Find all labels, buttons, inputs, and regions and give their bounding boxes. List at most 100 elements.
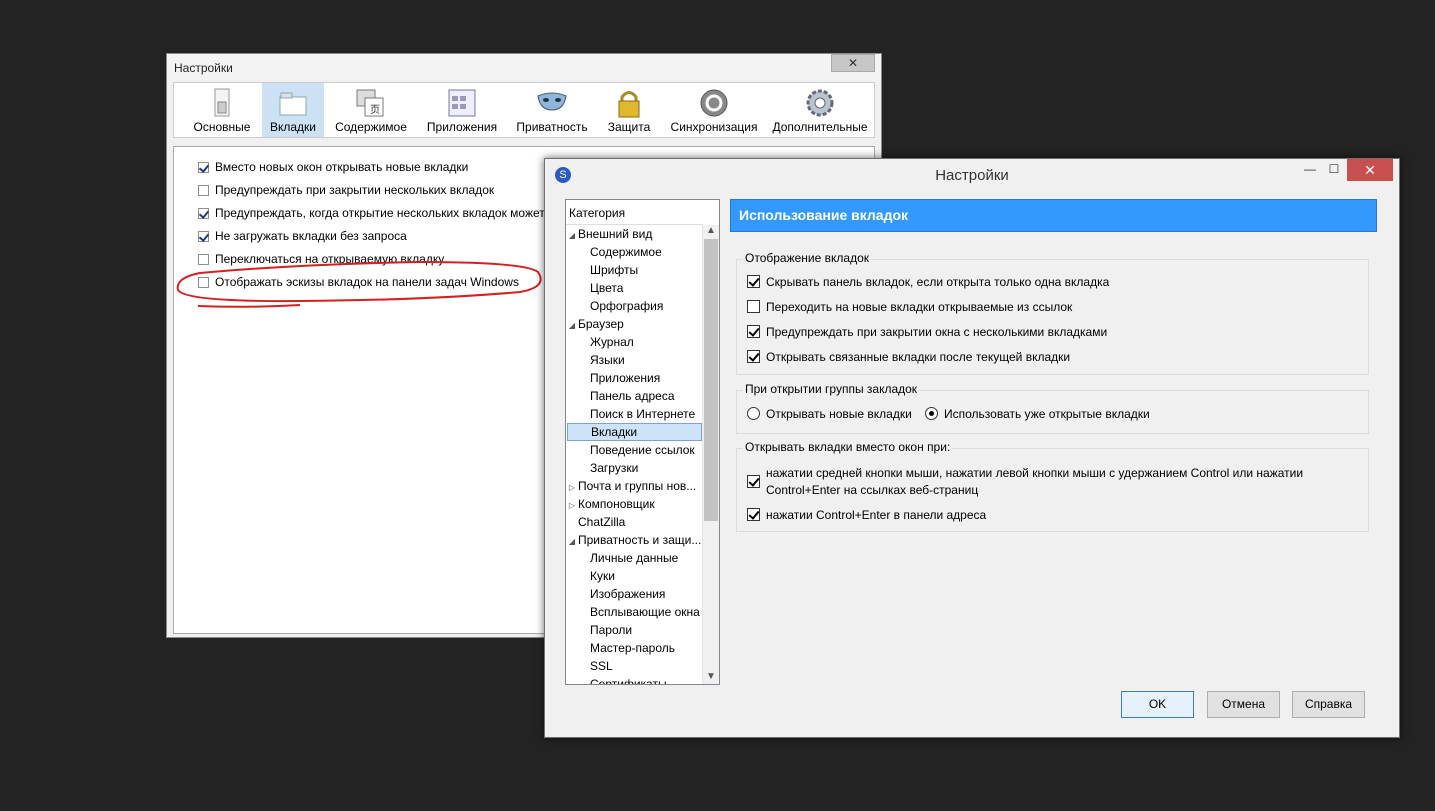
category-item[interactable]: Приложения bbox=[590, 369, 704, 387]
checkbox-row[interactable]: Скрывать панель вкладок, если открыта то… bbox=[747, 274, 1109, 291]
category-item[interactable]: Загрузки bbox=[590, 459, 704, 477]
category-item[interactable]: Всплывающие окна bbox=[590, 603, 704, 621]
category-item[interactable]: Личные данные bbox=[590, 549, 704, 567]
toolbar-button-security[interactable]: Защита bbox=[604, 83, 654, 137]
minimize-button[interactable]: — bbox=[1297, 159, 1323, 181]
option-label: Вместо новых окон открывать новые вкладк… bbox=[215, 160, 469, 174]
category-label: Всплывающие окна bbox=[590, 605, 700, 619]
option-label: Предупреждать, когда открытие нескольких… bbox=[215, 206, 545, 220]
category-item[interactable]: Языки bbox=[590, 351, 704, 369]
checkbox-label: нажатии средней кнопки мыши, нажатии лев… bbox=[766, 466, 1304, 480]
checkbox[interactable] bbox=[747, 275, 760, 288]
category-item[interactable]: Изображения bbox=[590, 585, 704, 603]
category-label: Поведение ссылок bbox=[590, 443, 695, 457]
checkbox[interactable] bbox=[747, 350, 760, 363]
help-button[interactable]: Справка bbox=[1292, 691, 1365, 718]
checkbox-label-continued: Control+Enter на ссылках веб-страниц bbox=[766, 483, 979, 497]
checkbox[interactable] bbox=[198, 231, 209, 242]
cancel-button[interactable]: Отмена bbox=[1207, 691, 1280, 718]
category-item[interactable]: ◢ Приватность и защи... bbox=[566, 531, 704, 549]
category-item[interactable]: Содержимое bbox=[590, 243, 704, 261]
category-item[interactable]: ▷ Почта и группы нов... bbox=[566, 477, 704, 495]
category-label: Шрифты bbox=[590, 263, 639, 277]
checkbox[interactable] bbox=[198, 162, 209, 173]
option-label: Переключаться на открываемую вкладку bbox=[215, 252, 445, 266]
title-bar[interactable]: Настройки ✕ bbox=[167, 54, 881, 80]
checkbox[interactable] bbox=[198, 277, 209, 288]
checkbox[interactable] bbox=[747, 475, 760, 488]
radio-button[interactable] bbox=[747, 407, 760, 420]
toolbar-label: Основные bbox=[193, 120, 251, 134]
checkbox[interactable] bbox=[198, 185, 209, 196]
close-button[interactable]: ✕ bbox=[831, 54, 875, 72]
category-item[interactable]: Пароли bbox=[590, 621, 704, 639]
collapse-arrow-icon[interactable]: ◢ bbox=[566, 533, 578, 549]
scrollbar-thumb[interactable] bbox=[704, 239, 718, 521]
category-item[interactable]: Поведение ссылок bbox=[590, 441, 704, 459]
toolbar-label: Приватность bbox=[516, 120, 588, 134]
category-item[interactable]: Шрифты bbox=[590, 261, 704, 279]
category-item[interactable]: ▷ Компоновщик bbox=[566, 495, 704, 513]
checkbox[interactable] bbox=[198, 254, 209, 265]
expand-arrow-icon[interactable]: ▷ bbox=[566, 497, 578, 513]
radio-button[interactable] bbox=[925, 407, 938, 420]
category-item[interactable]: ◢ Внешний вид bbox=[566, 225, 704, 243]
option-row[interactable]: Отображать эскизы вкладок на панели зада… bbox=[198, 275, 519, 293]
toolbar-button-general[interactable]: Основные bbox=[184, 83, 260, 137]
collapse-arrow-icon[interactable]: ◢ bbox=[566, 227, 578, 243]
toolbar-label: Содержимое bbox=[335, 120, 407, 134]
collapse-arrow-icon[interactable]: ◢ bbox=[566, 317, 578, 333]
toolbar-button-privacy[interactable]: Приватность bbox=[514, 83, 590, 137]
checkbox-row[interactable]: нажатии средней кнопки мыши, нажатии лев… bbox=[747, 465, 1303, 499]
expand-arrow-icon[interactable]: ▷ bbox=[566, 479, 578, 495]
checkbox[interactable] bbox=[747, 508, 760, 521]
sync-icon bbox=[700, 89, 728, 117]
option-row[interactable]: Вместо новых окон открывать новые вкладк… bbox=[198, 160, 468, 178]
title-bar[interactable]: S Настройки — ☐ ✕ bbox=[545, 159, 1399, 191]
checkbox-label: Скрывать панель вкладок, если открыта то… bbox=[766, 275, 1110, 289]
applications-icon bbox=[448, 89, 476, 117]
toolbar-button-sync[interactable]: Синхронизация bbox=[666, 83, 762, 137]
toolbar-button-content[interactable]: 页 Содержимое bbox=[332, 83, 410, 137]
category-item[interactable]: SSL bbox=[590, 657, 704, 675]
svg-text:页: 页 bbox=[370, 104, 380, 116]
category-item[interactable]: Журнал bbox=[590, 333, 704, 351]
toolbar-button-tabs[interactable]: Вкладки bbox=[262, 83, 324, 137]
radio-row[interactable]: Открывать новые вкладки bbox=[747, 406, 912, 423]
checkbox-row[interactable]: Предупреждать при закрытии окна с нескол… bbox=[747, 324, 1107, 341]
category-item[interactable]: Куки bbox=[590, 567, 704, 585]
category-item[interactable]: ChatZilla bbox=[566, 513, 704, 531]
toolbar-button-applications[interactable]: Приложения bbox=[424, 83, 500, 137]
category-item[interactable]: Панель адреса bbox=[590, 387, 704, 405]
toolbar-button-advanced[interactable]: Дополнительные bbox=[770, 83, 870, 137]
category-label: ChatZilla bbox=[578, 515, 626, 529]
option-row[interactable]: Предупреждать, когда открытие нескольких… bbox=[198, 206, 545, 224]
checkbox-row[interactable]: Открывать связанные вкладки после текуще… bbox=[747, 349, 1070, 366]
option-row[interactable]: Предупреждать при закрытии нескольких вк… bbox=[198, 183, 494, 201]
toolbar-label: Защита bbox=[607, 120, 651, 134]
radio-row[interactable]: Использовать уже открытые вкладки bbox=[925, 406, 1150, 423]
checkbox[interactable] bbox=[747, 325, 760, 338]
scrollbar[interactable]: ▲ ▼ bbox=[702, 225, 719, 684]
scroll-up-icon[interactable]: ▲ bbox=[703, 225, 719, 236]
category-tree[interactable]: Категория ◢ Внешний вид Содержимое Шрифты Цв… bbox=[565, 199, 720, 685]
category-item[interactable]: Вкладки bbox=[567, 423, 702, 441]
category-item[interactable]: Поиск в Интернете bbox=[590, 405, 704, 423]
category-item[interactable]: Мастер-пароль bbox=[590, 639, 704, 657]
scroll-down-icon[interactable]: ▼ bbox=[703, 671, 719, 682]
category-item[interactable]: ◢ Браузер bbox=[566, 315, 704, 333]
category-item[interactable]: Орфография bbox=[590, 297, 704, 315]
checkbox-row[interactable]: Переходить на новые вкладки открываемые … bbox=[747, 299, 1072, 316]
category-item[interactable]: Сертификаты bbox=[590, 675, 704, 684]
option-row[interactable]: Переключаться на открываемую вкладку bbox=[198, 252, 444, 270]
close-button[interactable]: ✕ bbox=[1347, 159, 1393, 181]
checkbox[interactable] bbox=[198, 208, 209, 219]
option-row[interactable]: Не загружать вкладки без запроса bbox=[198, 229, 407, 247]
maximize-button[interactable]: ☐ bbox=[1321, 159, 1347, 181]
ok-button[interactable]: OK bbox=[1121, 691, 1194, 718]
checkbox-row[interactable]: нажатии Control+Enter в панели адреса bbox=[747, 507, 986, 524]
checkbox[interactable] bbox=[747, 300, 760, 313]
category-item[interactable]: Цвета bbox=[590, 279, 704, 297]
category-label: Приватность и защи... bbox=[578, 533, 702, 547]
category-header: Категория bbox=[569, 206, 626, 220]
